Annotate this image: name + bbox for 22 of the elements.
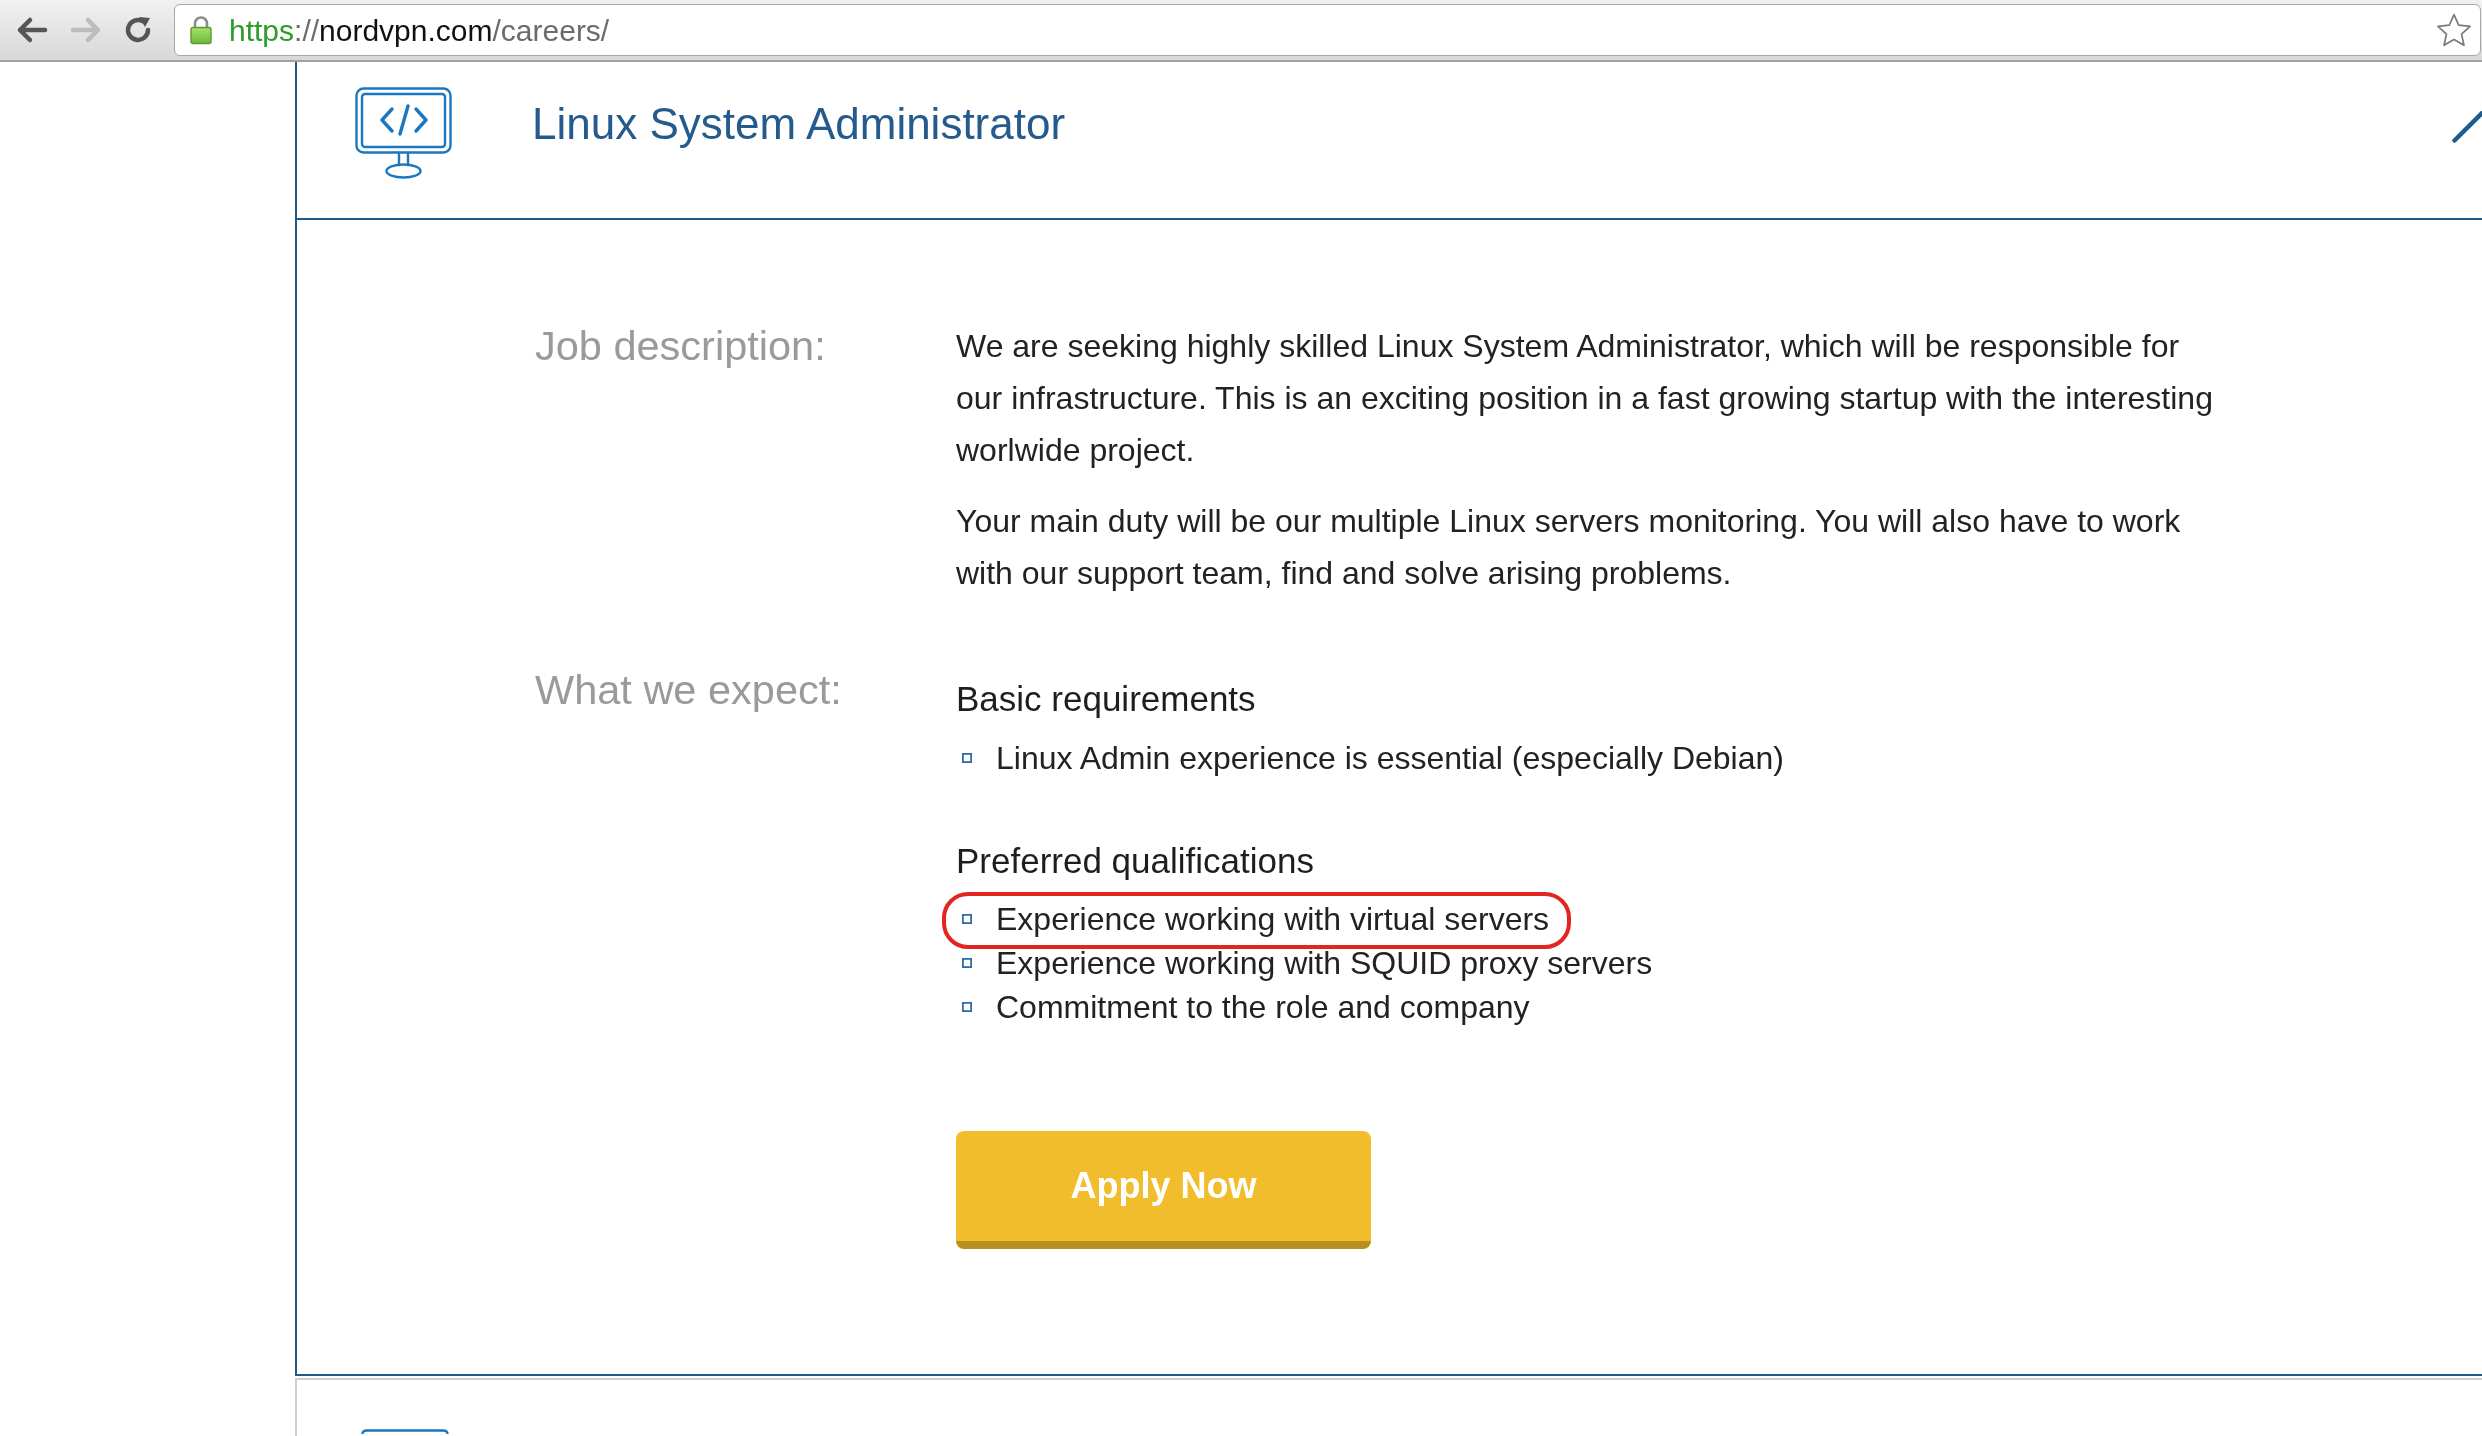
partial-frame-icon	[361, 1429, 449, 1434]
square-bullet-icon	[962, 1002, 972, 1012]
bookmark-star-icon[interactable]	[2436, 12, 2472, 48]
square-bullet-icon	[962, 753, 972, 763]
job-title: Linux System Administrator	[532, 98, 1066, 150]
requirements-heading: Basic requirements	[956, 678, 1257, 720]
diagonal-line-icon	[2452, 111, 2482, 143]
requirements-heading: Preferred qualifications	[956, 840, 1315, 882]
description-paragraph: We are seeking highly skilled Linux System Administrator, which will be responsible for our infrastructure. This is an exciting position in a fast growing startup with the interesting worlwide project.	[956, 327, 2214, 470]
code-monitor-icon	[355, 86, 452, 180]
back-arrow-icon[interactable]	[16, 16, 48, 44]
requirement-text: Experience working with virtual servers	[996, 900, 1550, 939]
square-bullet-icon	[962, 914, 972, 924]
section-label: What we expect:	[535, 665, 843, 715]
requirement-text: Experience working with SQUID proxy servers	[996, 944, 1653, 983]
reload-icon[interactable]	[124, 16, 152, 44]
requirement-text: Commitment to the role and company	[996, 988, 1530, 1027]
requirement-text: Linux Admin experience is essential (especially Debian)	[996, 739, 1784, 778]
address-bar[interactable]: https://nordvpn.com/careers/	[174, 4, 2481, 56]
section-label: Job description:	[535, 321, 827, 371]
square-bullet-icon	[962, 958, 972, 968]
description-paragraph: Your main duty will be our multiple Linux servers monitoring. You will also have to work with our support team, find and solve arising problems.	[956, 502, 2182, 593]
